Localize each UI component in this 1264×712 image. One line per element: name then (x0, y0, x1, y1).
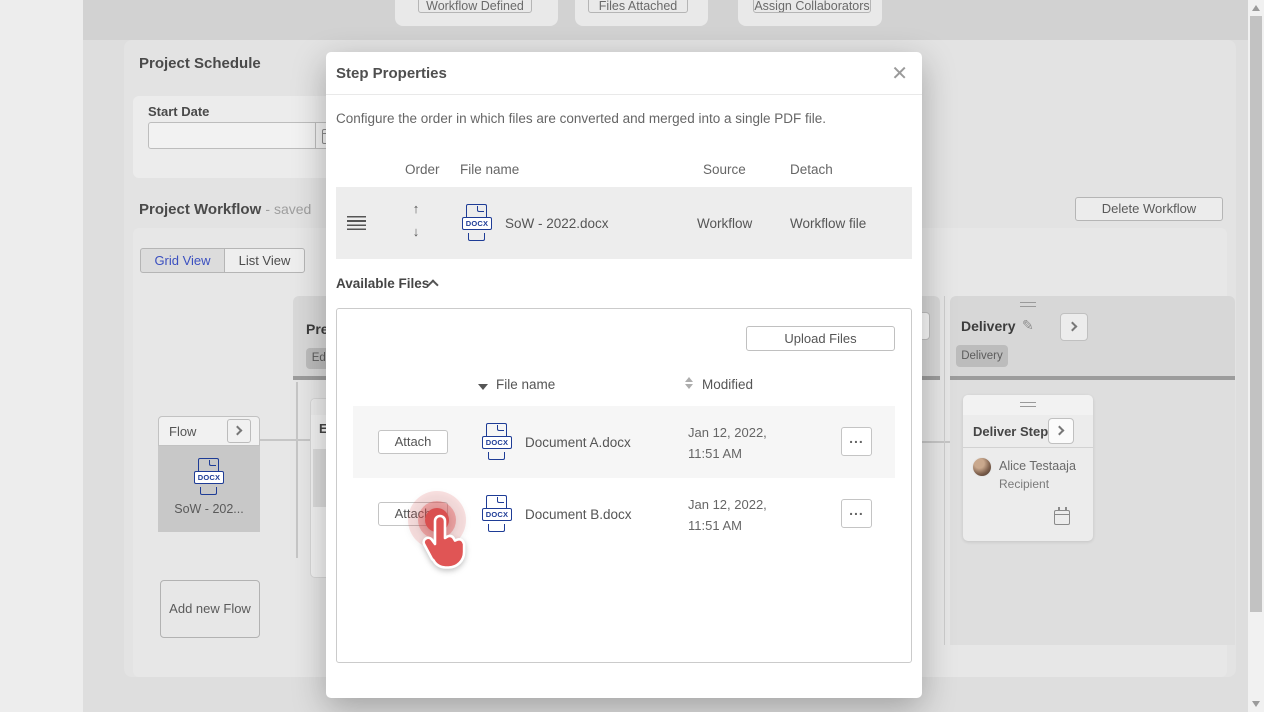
modified-date: Jan 12, 2022, 11:51 AM (688, 494, 767, 536)
modal-description: Configure the order in which files are c… (336, 111, 826, 126)
docx-label: DOCX (462, 217, 492, 230)
column-boundary-line (944, 296, 945, 645)
attached-file-name: SoW - 2022.docx (505, 216, 609, 231)
docx-foot-shape (468, 233, 485, 241)
modified-date: Jan 12, 2022, 11:51 AM (688, 422, 767, 464)
deliver-step-title-row: Deliver Step (963, 415, 1093, 448)
column-connector-line (296, 382, 298, 558)
available-files-label: Available Files (336, 276, 429, 291)
assign-collaborators-button[interactable]: Assign Collaborators (753, 0, 871, 13)
move-down-button[interactable]: ↓ (408, 224, 424, 239)
upload-files-button[interactable]: Upload Files (746, 326, 895, 351)
modal-title: Step Properties (336, 65, 447, 82)
docx-file-icon: DOCX (482, 495, 512, 532)
assignee-role: Recipient (999, 477, 1049, 491)
delivery-column-header: Delivery ✎ Delivery (950, 296, 1235, 376)
avatar (972, 457, 992, 477)
deliver-step-title: Deliver Step (973, 424, 1048, 439)
workflow-saved-status: - saved (265, 201, 311, 217)
modified-date-line1: Jan 12, 2022, (688, 422, 767, 443)
edit-pencil-icon[interactable]: ✎ (1022, 317, 1034, 334)
file-name: Document B.docx (525, 507, 632, 522)
project-workflow-title-text: Project Workflow (139, 201, 261, 218)
files-filename-header[interactable]: File name (496, 377, 555, 392)
flow-card-header: Flow (158, 416, 260, 446)
sort-down-icon[interactable] (685, 384, 693, 389)
add-new-flow-button[interactable]: Add new Flow (160, 580, 260, 638)
delivery-expand-button[interactable] (1060, 313, 1088, 341)
drag-handle-icon[interactable] (1020, 402, 1036, 407)
move-up-button[interactable]: ↑ (408, 201, 424, 216)
docx-page-shape (486, 423, 507, 437)
file-row-document-b: Attach DOCX Document B.docx Jan 12, 2022… (353, 478, 895, 550)
calendar-icon[interactable] (1054, 510, 1070, 525)
deliver-step-expand-button[interactable] (1048, 418, 1074, 444)
chevron-right-icon (233, 426, 243, 436)
docx-file-icon: DOCX (462, 204, 492, 241)
docx-page-shape (486, 495, 507, 509)
list-view-button[interactable]: List View (224, 248, 305, 273)
filename-column-header: File name (460, 162, 519, 177)
modified-date-line2: 11:51 AM (688, 443, 767, 464)
modal-header: Step Properties ✕ (326, 52, 922, 95)
order-column-header: Order (405, 162, 440, 177)
docx-foot-shape (488, 524, 505, 532)
workflow-defined-button[interactable]: Workflow Defined (418, 0, 532, 13)
docx-label: DOCX (482, 508, 512, 521)
docx-file-icon: DOCX (194, 458, 224, 495)
file-row-document-a: Attach DOCX Document A.docx Jan 12, 2022… (353, 406, 895, 478)
scrollbar-thumb[interactable] (1250, 16, 1262, 612)
sort-desc-icon[interactable] (478, 384, 488, 390)
attach-button-document-b[interactable]: Attach (378, 502, 448, 526)
attached-file-row: ↑ ↓ DOCX SoW - 2022.docx Workflow Workfl… (336, 187, 912, 259)
docx-file-icon: DOCX (482, 423, 512, 460)
docx-label: DOCX (482, 436, 512, 449)
chevron-right-icon (1055, 426, 1065, 436)
start-date-input[interactable] (148, 122, 345, 149)
scrollbar-up-arrow[interactable] (1252, 5, 1260, 11)
grid-view-button[interactable]: Grid View (140, 248, 225, 273)
detach-column-header: Detach (790, 162, 833, 177)
modified-date-line1: Jan 12, 2022, (688, 494, 767, 515)
drag-handle-icon[interactable] (347, 216, 366, 230)
docx-page-shape (466, 204, 487, 218)
attached-file-detach: Workflow file (790, 216, 866, 231)
deliver-step-card: Deliver Step Alice Testaaja Recipient (963, 395, 1093, 541)
close-icon[interactable]: ✕ (891, 61, 908, 86)
drag-handle-icon[interactable] (1020, 302, 1036, 307)
flow-card-title: Flow (169, 424, 196, 439)
attach-button-document-a[interactable]: Attach (378, 430, 448, 454)
delivery-tag: Delivery (956, 345, 1008, 367)
source-column-header: Source (703, 162, 746, 177)
flow-connector-line (252, 439, 310, 441)
docx-foot-shape (488, 452, 505, 460)
attached-file-source: Workflow (697, 216, 752, 231)
files-attached-button[interactable]: Files Attached (588, 0, 688, 13)
files-modified-header[interactable]: Modified (702, 377, 753, 392)
chevron-right-icon (1068, 322, 1078, 332)
app-root: Workflow Defined Files Attached Assign C… (0, 0, 1264, 712)
assignee-name: Alice Testaaja (999, 459, 1076, 473)
scrollbar-down-arrow[interactable] (1252, 701, 1260, 707)
project-schedule-title: Project Schedule (139, 55, 261, 72)
step-properties-modal: Step Properties ✕ Configure the order in… (326, 52, 922, 698)
project-workflow-title: Project Workflow - saved (139, 201, 311, 218)
file-name: Document A.docx (525, 435, 631, 450)
row-menu-button[interactable]: ... (841, 499, 872, 528)
sort-up-icon[interactable] (685, 377, 693, 382)
available-files-panel: Upload Files File name Modified Attach D… (336, 308, 912, 663)
modified-date-line2: 11:51 AM (688, 515, 767, 536)
start-date-label: Start Date (148, 104, 209, 119)
flow-card-body[interactable]: DOCX SoW - 202... (158, 446, 260, 532)
docx-label: DOCX (194, 471, 224, 484)
deliver-step-strip (963, 395, 1093, 415)
row-menu-button[interactable]: ... (841, 427, 872, 456)
delivery-column-title: Delivery (961, 318, 1015, 334)
flow-file-name: SoW - 202... (158, 502, 260, 516)
docx-page-shape (198, 458, 219, 472)
delete-workflow-button[interactable]: Delete Workflow (1075, 197, 1223, 221)
docx-foot-shape (200, 487, 217, 495)
flow-expand-button[interactable] (227, 419, 251, 443)
